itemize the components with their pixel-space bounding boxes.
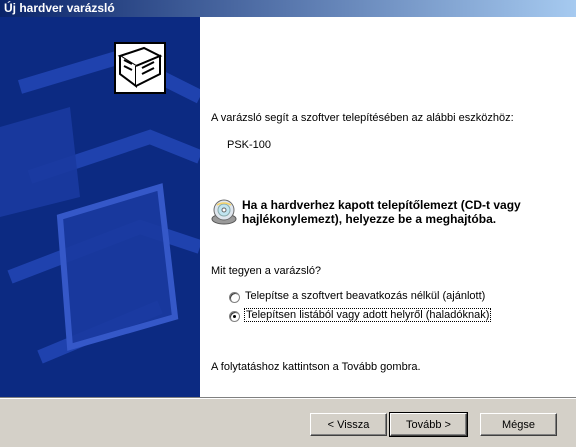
option-install-from-list-label[interactable]: Telepítsen listából vagy adott helyről (… [244, 308, 492, 322]
hardware-card-icon [114, 42, 166, 94]
device-name: PSK-100 [227, 139, 272, 151]
window-title: Új hardver varázsló [4, 1, 115, 15]
cd-drive-icon [211, 199, 237, 225]
wizard-content: A varázsló segít a szoftver telepítésébe… [200, 17, 576, 397]
radio-auto-install[interactable] [229, 292, 240, 303]
question-label: Mit tegyen a varázsló? [211, 265, 322, 277]
title-bar: Új hardver varázsló [0, 0, 576, 17]
wizard-sidebar-banner [0, 17, 200, 397]
continue-hint: A folytatáshoz kattintson a Tovább gombr… [211, 361, 421, 373]
next-button[interactable]: Tovább > [389, 412, 468, 437]
footer-divider [0, 397, 576, 399]
cancel-button[interactable]: Mégse [480, 413, 557, 436]
radio-install-from-list[interactable] [229, 311, 240, 322]
wizard-window: Új hardver varázsló A varázsló segít a s… [0, 0, 576, 447]
intro-text: A varázsló segít a szoftver telepítésébe… [211, 112, 514, 124]
back-button[interactable]: < Vissza [310, 413, 387, 436]
hardware-watermark-graphic [0, 49, 200, 364]
insert-disc-note: Ha a hardverhez kapott telepítőlemezt (C… [242, 198, 521, 226]
option-auto-install-label[interactable]: Telepítse a szoftvert beavatkozás nélkül… [245, 290, 485, 302]
